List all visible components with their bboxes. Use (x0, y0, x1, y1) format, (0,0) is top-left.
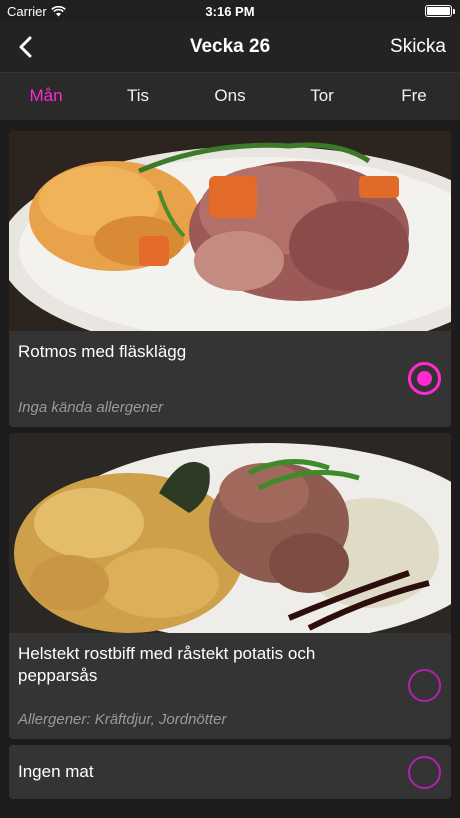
battery-icon (425, 5, 455, 17)
meal-title: Helstekt rostbiff med råstekt potatis oc… (18, 644, 316, 685)
meal-photo (9, 131, 451, 331)
status-bar: Carrier 3:16 PM (0, 0, 460, 22)
meal-select-radio[interactable] (408, 362, 441, 395)
meal-card[interactable]: Rotmos med fläsklägg Inga kända allergen… (9, 131, 451, 427)
meal-photo (9, 433, 451, 633)
meal-title: Rotmos med fläsklägg (18, 342, 187, 361)
day-tabs: Mån Tis Ons Tor Fre (0, 72, 460, 120)
tab-friday[interactable]: Fre (368, 73, 460, 120)
meal-allergens: Inga kända allergener (18, 399, 164, 416)
meal-allergens: Allergener: Kräftdjur, Jordnötter (18, 711, 227, 728)
tab-thursday[interactable]: Tor (276, 73, 368, 120)
tab-monday[interactable]: Mån (0, 73, 92, 120)
send-button[interactable]: Skicka (390, 36, 446, 58)
meal-select-radio[interactable] (408, 669, 441, 702)
tab-wednesday[interactable]: Ons (184, 73, 276, 120)
meal-card[interactable]: Helstekt rostbiff med råstekt potatis oc… (9, 433, 451, 739)
status-time: 3:16 PM (205, 4, 255, 19)
tab-tuesday[interactable]: Tis (92, 73, 184, 120)
meal-title: Ingen mat (18, 762, 94, 781)
navigation-bar: Vecka 26 Skicka (0, 22, 460, 72)
radio-dot (417, 371, 432, 386)
meal-select-radio[interactable] (408, 756, 441, 789)
meal-card[interactable]: Ingen mat (9, 745, 451, 799)
